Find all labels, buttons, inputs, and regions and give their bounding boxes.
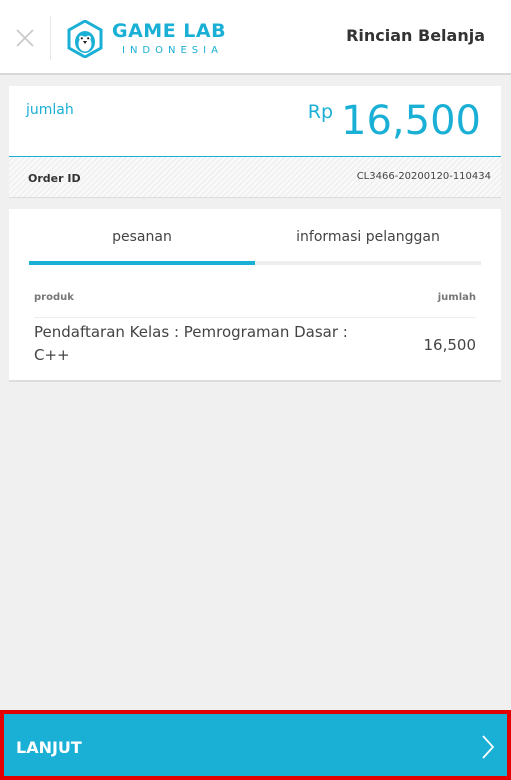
close-button[interactable] xyxy=(0,0,50,75)
detail-card: pesanan informasi pelanggan produk jumla… xyxy=(9,209,501,382)
tab-bar: pesanan informasi pelanggan xyxy=(29,209,481,265)
page-title: Rincian Belanja xyxy=(346,26,485,45)
order-id-row: Order ID CL3466-20200120-110434 xyxy=(9,157,501,198)
order-id-value: CL3466-20200120-110434 xyxy=(356,171,491,182)
chevron-right-icon xyxy=(482,735,495,759)
table-row-product: Pendaftaran Kelas : Pemrograman Dasar : … xyxy=(34,323,348,364)
amount-currency: Rp xyxy=(307,101,334,123)
game-lab-logo: GAME LAB INDONESIA xyxy=(66,18,241,62)
logo-subtitle: INDONESIA xyxy=(122,45,223,56)
penguin-logo-icon xyxy=(67,20,103,58)
column-header-jumlah: jumlah xyxy=(437,292,476,303)
table-divider xyxy=(34,317,476,318)
close-icon xyxy=(16,28,34,47)
amount-card: jumlah Rp 16,500 Order ID CL3466-20200120… xyxy=(9,86,501,198)
header: GAME LAB INDONESIA Rincian Belanja xyxy=(0,0,511,75)
header-separator xyxy=(50,16,51,60)
amount-label: jumlah xyxy=(26,102,74,118)
payment-page: GAME LAB INDONESIA Rincian Belanja jumla… xyxy=(0,0,511,780)
lanjut-button[interactable]: LANJUT xyxy=(0,710,511,780)
lanjut-button-label: LANJUT xyxy=(16,738,82,757)
order-id-label: Order ID xyxy=(28,172,81,185)
logo-title: GAME LAB xyxy=(112,20,227,42)
table-row-amount: 16,500 xyxy=(423,336,477,354)
tab-informasi-pelanggan[interactable]: informasi pelanggan xyxy=(255,209,481,265)
tab-active-indicator xyxy=(29,261,255,265)
amount-value: Rp 16,500 xyxy=(308,98,481,144)
tab-pesanan[interactable]: pesanan xyxy=(29,209,255,265)
amount-number: 16,500 xyxy=(341,98,481,144)
column-header-produk: produk xyxy=(34,292,74,303)
